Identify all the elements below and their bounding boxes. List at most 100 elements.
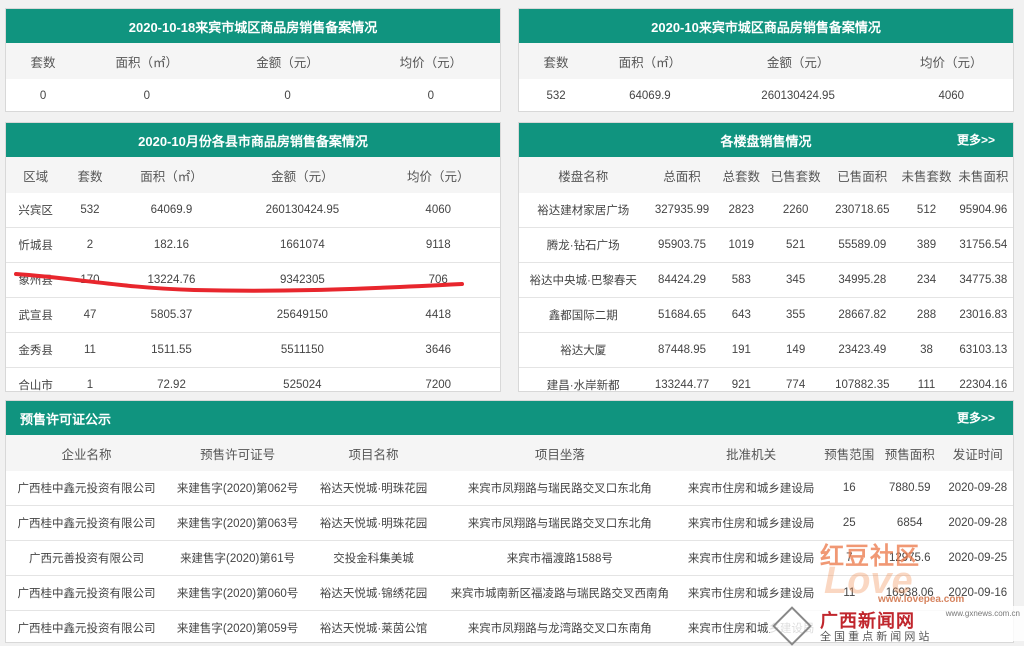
panel-city-monthly-sales: 2020-10来宾市城区商品房销售备案情况 套数 面积（㎡） 金额（元） 均价（元） …: [518, 8, 1014, 112]
table-cell: 95904.96: [953, 193, 1013, 228]
table-cell: 来建售字(2020)第059号: [176, 623, 299, 635]
table-cell: 921: [731, 379, 751, 391]
table-cell: 裕达天悦城·莱茵公馆: [319, 623, 428, 635]
city-daily-table: 套数 面积（㎡） 金额（元） 均价（元） 0 0 0 0: [6, 43, 500, 113]
table-cell: 9118: [376, 227, 500, 263]
table-cell: 234: [899, 262, 954, 298]
table-cell: 12975.6: [877, 540, 943, 576]
panel-project-sales: 各楼盘销售情况 更多>> 楼盘名称 总面积 总套数 已售套数 已售面积 未售套数 未售面积 …: [518, 122, 1014, 392]
panel-title-text: 预售许可证公示: [20, 411, 112, 427]
column-header: 面积（㎡）: [80, 43, 214, 79]
table-cell: 来宾市住房和城乡建设局: [680, 575, 822, 611]
table-cell: 230718.65: [825, 193, 900, 228]
table-cell: 16: [821, 471, 877, 506]
table-cell: 2823: [716, 193, 766, 228]
presale-permit-table: 企业名称 预售许可证号 项目名称 项目坐落 批准机关 预售范围 预售面积 发证时间 广西桂中鑫…: [6, 435, 1013, 645]
table-cell: 来建售字(2020)第61号: [167, 540, 309, 576]
table-cell: 11: [65, 332, 115, 368]
table-cell: 7: [821, 540, 877, 576]
table-cell: 1661074: [228, 227, 377, 263]
table-cell: 6854: [877, 505, 943, 541]
table-cell: 25: [821, 505, 877, 541]
table-row: 广西桂中鑫元投资有限公司 来建售字(2020)第060号 裕达天悦城·锦绣花园 来宾市…: [6, 575, 1013, 611]
table-header-row: 区域 套数 面积（㎡） 金额（元） 均价（元）: [6, 157, 500, 193]
table-cell: 170: [65, 262, 115, 298]
table-cell: 3646: [376, 332, 500, 368]
table-cell: 0: [39, 90, 47, 102]
table-cell: 64069.9: [114, 193, 229, 228]
table-cell: 31756.54: [953, 227, 1013, 263]
table-cell: 1: [86, 379, 94, 391]
table-cell: 55589.09: [825, 227, 900, 263]
table-cell: 来宾市住房和城乡建设局: [680, 540, 822, 576]
table-cell: 广西桂中鑫元投资有限公司: [17, 623, 156, 635]
table-cell: 149: [766, 332, 826, 368]
table-cell: 133244.77: [654, 379, 710, 391]
more-link[interactable]: 更多>>: [957, 401, 995, 435]
table-row: 裕达建材家居广场 327935.99 2823 2260 230718.65 512 959…: [519, 193, 1013, 228]
table-cell: 355: [766, 297, 826, 333]
table-cell: 288: [899, 297, 954, 333]
column-header: 均价（元）: [361, 43, 500, 79]
table-cell: 交投金科集美城: [308, 540, 439, 576]
table-cell: 389: [899, 227, 954, 263]
panel-title: 各楼盘销售情况 更多>>: [519, 123, 1013, 157]
table-cell: 2260: [766, 193, 826, 228]
table-cell: 28667.82: [825, 297, 900, 333]
table-cell: 525024: [283, 379, 322, 391]
column-header: 面积（㎡）: [593, 43, 707, 79]
column-header: 均价（元）: [376, 157, 500, 193]
panel-title: 2020-10来宾市城区商品房销售备案情况: [519, 9, 1013, 43]
panel-title: 2020-10-18来宾市城区商品房销售备案情况: [6, 9, 500, 43]
panel-title: 预售许可证公示 更多>>: [6, 401, 1013, 435]
table-cell: 来宾市住房和城乡建设局: [687, 623, 815, 635]
panel-county-sales: 2020-10月份各县市商品房销售备案情况 区域 套数 面积（㎡） 金额（元） 均价（元…: [5, 122, 501, 392]
column-header: 项目坐落: [438, 435, 681, 471]
more-link[interactable]: 更多>>: [957, 123, 995, 157]
column-header: 项目名称: [308, 435, 439, 471]
table-row: 广西桂中鑫元投资有限公司 来建售字(2020)第059号 裕达天悦城·莱茵公馆 来宾市…: [6, 611, 1013, 646]
table-row: 532 64069.9 260130424.95 4060: [519, 79, 1013, 113]
table-cell: 裕达天悦城·锦绣花园: [308, 575, 439, 611]
table-cell: 腾龙·钻石广场: [519, 227, 648, 263]
table-cell: 11: [821, 575, 877, 611]
table-cell: 72.92: [157, 379, 186, 391]
table-cell: 2020-09-28: [942, 471, 1013, 506]
table-cell: [877, 611, 942, 646]
table-cell: 107882.35: [835, 379, 890, 391]
column-header: 已售面积: [825, 157, 900, 193]
column-header: 均价（元）: [889, 43, 1013, 79]
table-cell: 9342305: [228, 262, 377, 298]
table-cell: 忻城县: [6, 227, 66, 263]
column-header: 企业名称: [6, 435, 168, 471]
table-cell: 47: [65, 297, 115, 333]
table-cell: 1511.55: [114, 332, 229, 368]
table-cell: 裕达建材家居广场: [519, 193, 648, 228]
table-cell: 34995.28: [825, 262, 900, 298]
table-cell: 345: [766, 262, 826, 298]
column-header: 未售面积: [953, 157, 1013, 193]
table-cell: 来建售字(2020)第062号: [167, 471, 309, 506]
panel-title: 2020-10月份各县市商品房销售备案情况: [6, 123, 500, 157]
table-cell: 兴宾区: [6, 193, 66, 228]
column-header: 套数: [6, 43, 81, 79]
table-cell: 182.16: [114, 227, 229, 263]
table-cell: 2020-09-16: [942, 575, 1013, 611]
table-cell: 来宾市凤翔路与龙湾路交叉口东南角: [467, 623, 652, 635]
table-cell: 建昌·水岸新都: [546, 380, 620, 392]
table-cell: 63103.13: [953, 332, 1013, 368]
column-header: 套数: [519, 43, 594, 79]
column-header: 已售套数: [766, 157, 826, 193]
table-cell: 87448.95: [647, 332, 717, 368]
column-header: 总面积: [647, 157, 717, 193]
table-cell: 鑫都国际二期: [519, 297, 648, 333]
table-row: 忻城县 2 182.16 1661074 9118: [6, 227, 500, 263]
table-cell: 5511150: [228, 332, 377, 368]
table-row: 广西桂中鑫元投资有限公司 来建售字(2020)第062号 裕达天悦城·明珠花园 来宾市…: [6, 471, 1013, 506]
table-row: 裕达中央城·巴黎春天 84424.29 583 345 34995.28 234 34775…: [519, 262, 1013, 298]
table-row: 兴宾区 532 64069.9 260130424.95 4060: [6, 193, 500, 228]
table-cell: 裕达天悦城·明珠花园: [308, 505, 439, 541]
table-cell: 来宾市福渡路1588号: [438, 540, 681, 576]
table-header-row: 楼盘名称 总面积 总套数 已售套数 已售面积 未售套数 未售面积: [519, 157, 1013, 193]
table-cell: 16938.06: [877, 575, 943, 611]
